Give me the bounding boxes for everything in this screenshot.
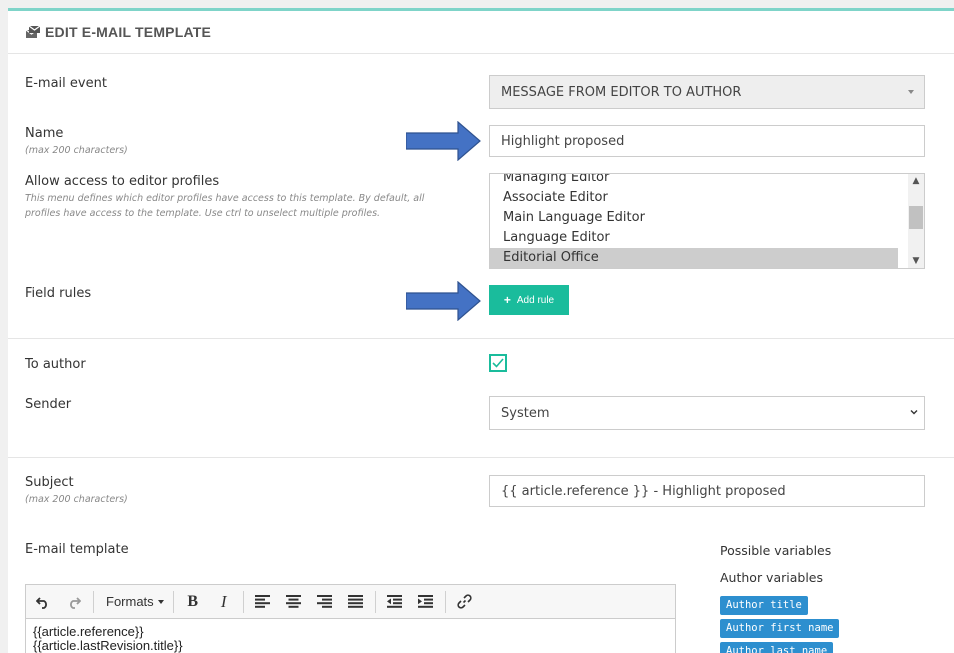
formats-dropdown[interactable]: Formats: [100, 589, 170, 615]
access-hint: This menu defines which editor profiles …: [25, 193, 425, 219]
undo-icon: [36, 596, 47, 609]
toolbar-separator: [444, 590, 446, 613]
align-justify-button[interactable]: [343, 589, 369, 615]
align-center-button[interactable]: [281, 589, 307, 615]
align-left-icon: [255, 595, 271, 608]
scrollbar-thumb[interactable]: [909, 206, 923, 229]
listbox-option-language-editor[interactable]: Language Editor: [490, 228, 898, 248]
italic-icon: I: [220, 591, 227, 611]
listbox-option-editorial-office[interactable]: Editorial Office: [490, 248, 898, 268]
subject-input[interactable]: {{ article.reference }} - Highlight prop…: [489, 475, 925, 507]
undo-button[interactable]: [30, 589, 56, 615]
author-variables-heading: Author variables: [720, 570, 823, 585]
email-template-icon: [25, 25, 41, 38]
field-rules-label: Field rules: [25, 286, 92, 301]
email-template-label: E-mail template: [25, 542, 129, 557]
access-label: Allow access to editor profiles: [25, 174, 220, 189]
subject-input-value: {{ article.reference }} - Highlight prop…: [501, 483, 786, 499]
add-rule-button[interactable]: + Add rule: [489, 285, 569, 315]
name-input-value: Highlight proposed: [501, 133, 625, 149]
align-center-icon: [286, 595, 302, 608]
bold-icon: B: [187, 592, 198, 610]
formats-label: Formats: [106, 594, 154, 609]
section-divider: [8, 457, 954, 458]
listbox-option-managing-editor[interactable]: Managing Editor: [490, 174, 898, 188]
toolbar-separator: [242, 590, 244, 613]
indent-button[interactable]: [413, 589, 439, 615]
sender-value: System: [501, 405, 550, 421]
plus-icon: +: [503, 293, 511, 307]
add-rule-label: Add rule: [516, 294, 555, 306]
variable-tag-author-first-name[interactable]: Author first name: [720, 619, 840, 638]
editor-line: {{article.lastRevision.title}}: [33, 638, 183, 653]
toolbar-separator: [374, 590, 376, 613]
email-event-select[interactable]: MESSAGE FROM EDITOR TO AUTHOR: [489, 75, 925, 109]
toolbar-separator: [93, 590, 94, 613]
chevron-down-icon: [910, 410, 918, 415]
possible-variables-heading: Possible variables: [720, 543, 832, 558]
panel-header: EDIT E-MAIL TEMPLATE: [8, 11, 954, 54]
outdent-icon: [387, 595, 403, 608]
annotation-arrow-icon: [406, 121, 481, 161]
listbox-scrollbar[interactable]: ▲ ▼: [908, 174, 924, 268]
name-hint: (max 200 characters): [25, 145, 128, 156]
listbox-option-main-language-editor[interactable]: Main Language Editor: [490, 208, 898, 228]
editor-content[interactable]: {{article.reference}} {{article.lastRevi…: [26, 619, 675, 653]
bold-button[interactable]: B: [180, 589, 206, 615]
annotation-arrow-icon: [406, 281, 481, 321]
align-right-button[interactable]: [312, 589, 338, 615]
link-icon: [457, 594, 472, 609]
editor-line: {{article.reference}}: [33, 624, 144, 639]
sender-label: Sender: [25, 397, 72, 412]
indent-icon: [418, 595, 434, 608]
name-input[interactable]: Highlight proposed: [489, 125, 925, 157]
align-justify-icon: [348, 595, 364, 608]
page-title: EDIT E-MAIL TEMPLATE: [45, 24, 212, 40]
scroll-up-icon[interactable]: ▲: [908, 174, 924, 188]
outdent-button[interactable]: [382, 589, 408, 615]
to-author-label: To author: [25, 357, 86, 372]
toolbar-separator: [172, 590, 174, 613]
chevron-down-icon: [908, 90, 914, 94]
section-divider: [8, 338, 954, 339]
editor-toolbar: Formats B I: [26, 585, 675, 619]
email-event-label: E-mail event: [25, 76, 107, 91]
email-event-value: MESSAGE FROM EDITOR TO AUTHOR: [501, 84, 742, 100]
variable-tag-author-last-name[interactable]: Author last name: [720, 642, 834, 653]
variable-tag-author-title[interactable]: Author title: [720, 596, 808, 615]
align-left-button[interactable]: [250, 589, 276, 615]
insert-link-button[interactable]: [452, 589, 478, 615]
sender-select[interactable]: System: [489, 396, 925, 430]
redo-icon: [70, 596, 81, 609]
listbox-option-associate-editor[interactable]: Associate Editor: [490, 188, 898, 208]
subject-label: Subject: [25, 475, 74, 490]
to-author-checkbox[interactable]: [489, 354, 507, 372]
subject-hint: (max 200 characters): [25, 494, 128, 505]
scroll-down-icon[interactable]: ▼: [908, 254, 924, 268]
redo-button[interactable]: [61, 589, 87, 615]
rich-text-editor: Formats B I {{article.reference}} {{arti…: [25, 584, 676, 653]
name-label: Name: [25, 126, 64, 141]
italic-button[interactable]: I: [211, 589, 237, 615]
edit-template-panel: EDIT E-MAIL TEMPLATE E-mail event MESSAG…: [8, 8, 954, 653]
caret-down-icon: [157, 599, 164, 604]
editor-profiles-listbox[interactable]: Managing Editor Associate Editor Main La…: [489, 173, 925, 269]
checkmark-icon: [492, 358, 504, 368]
align-right-icon: [317, 595, 333, 608]
